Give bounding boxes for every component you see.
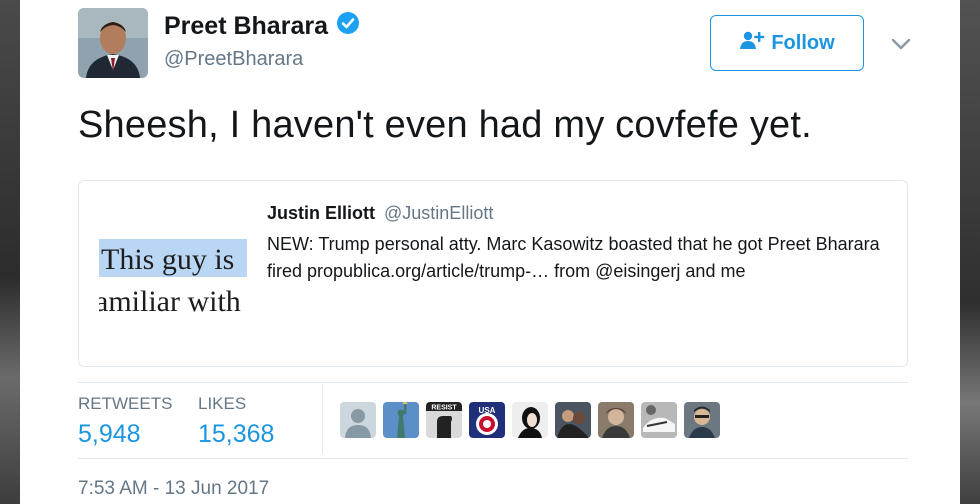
likes-label: LIKES [198, 394, 247, 413]
resist-fist-icon[interactable]: RESIST [426, 402, 462, 438]
retweets-count: 5,948 [78, 420, 141, 448]
quoted-tweet-text: NEW: Trump personal atty. Marc Kasowitz … [267, 234, 880, 281]
tweet-card: Preet Bharara @PreetBharara Follow Shees… [20, 0, 960, 504]
quoted-author-name: Justin Elliott [267, 203, 375, 223]
likes-count: 15,368 [198, 420, 275, 448]
quoted-tweet[interactable]: This guy is amiliar with Justin Elliott … [78, 180, 908, 367]
follow-button-label: Follow [771, 31, 835, 54]
verified-badge-icon [336, 11, 360, 42]
author-name[interactable]: Preet Bharara [164, 11, 360, 42]
retweets-stat[interactable]: RETWEETS 5,948 [78, 394, 172, 449]
svg-text:USA: USA [479, 406, 496, 415]
quoted-author-handle: @JustinElliott [384, 203, 494, 223]
portrait-1-icon[interactable] [512, 402, 548, 438]
quoted-author: Justin Elliott @JustinElliott [267, 203, 493, 224]
statue-of-liberty-icon[interactable] [383, 402, 419, 438]
background-left [0, 0, 20, 504]
portrait-3-icon[interactable] [598, 402, 634, 438]
chevron-down-icon[interactable] [890, 36, 912, 52]
liker-avatars: RESIST USA [340, 402, 720, 438]
author-name-text: Preet Bharara [164, 12, 328, 40]
image-text-line2: amiliar with [99, 285, 241, 318]
author-handle[interactable]: @PreetBharara [164, 48, 303, 71]
svg-text:RESIST: RESIST [431, 405, 457, 412]
divider-top [78, 382, 908, 383]
sneakers-icon[interactable] [641, 402, 677, 438]
add-user-icon [739, 30, 765, 56]
quoted-tweet-image[interactable]: This guy is amiliar with [99, 231, 247, 319]
background-right [960, 0, 980, 504]
divider-bottom [78, 458, 908, 459]
tweet-text: Sheesh, I haven't even had my covfefe ye… [78, 104, 812, 146]
retweets-label: RETWEETS [78, 394, 173, 413]
image-text-line1: This guy is [101, 243, 234, 276]
default-avatar-icon[interactable] [340, 402, 376, 438]
author-avatar[interactable] [78, 8, 148, 78]
tweet-timestamp[interactable]: 7:53 AM - 13 Jun 2017 [78, 478, 269, 500]
stats-divider [322, 384, 323, 454]
usa-flag-icon[interactable]: USA [469, 402, 505, 438]
follow-button[interactable]: Follow [710, 15, 864, 71]
portrait-4-icon[interactable] [684, 402, 720, 438]
likes-stat[interactable]: LIKES 15,368 [198, 394, 274, 449]
portrait-2-icon[interactable] [555, 402, 591, 438]
